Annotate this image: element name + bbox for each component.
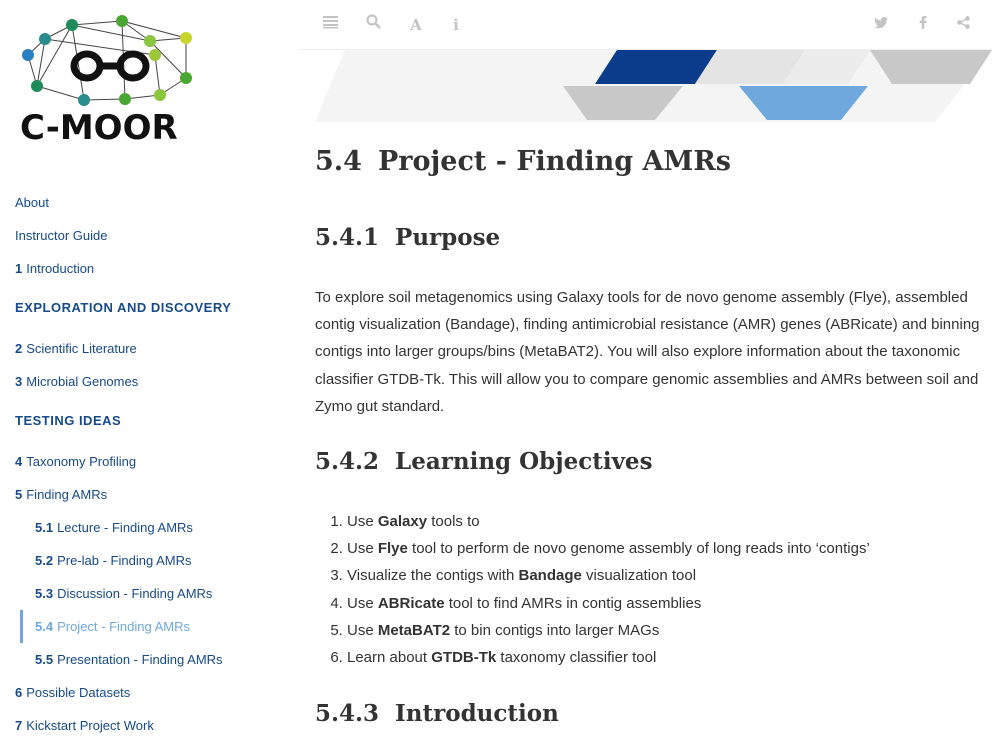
objective-text: Use bbox=[347, 594, 378, 612]
toolbar: A i bbox=[300, 0, 992, 50]
objective-tool-name: Flye bbox=[377, 540, 408, 558]
sidebar-item-number: 5.3 bbox=[35, 586, 54, 601]
sidebar-item-number: 5.5 bbox=[35, 652, 54, 667]
sidebar-item-discussion-finding-amrs[interactable]: 5.3 Discussion - Finding AMRs bbox=[0, 577, 300, 610]
objective-tool-name: ABRicate bbox=[377, 594, 445, 612]
objective-text: to bin contigs into larger MAGs bbox=[450, 621, 660, 639]
sidebar-item-label: Finding AMRs bbox=[26, 487, 108, 502]
purpose-paragraph: To explore soil metagenomics using Galax… bbox=[315, 289, 980, 415]
objective-text: Use bbox=[347, 621, 378, 639]
sidebar-item-label: Presentation - Finding AMRs bbox=[57, 652, 223, 667]
sidebar-item-number: 5.4 bbox=[35, 619, 54, 634]
objective-text: Use bbox=[347, 513, 378, 530]
sidebar-item-number: 3 bbox=[15, 374, 23, 389]
objective-item: Visualize the contigs with Bandage visua… bbox=[347, 562, 987, 589]
sidebar: C-MOOR About Instructor Guide 1 Introductio… bbox=[0, 0, 300, 744]
sidebar-item-label: Instructor Guide bbox=[15, 228, 108, 243]
sidebar-item-presentation-finding-amrs[interactable]: 5.5 Presentation - Finding AMRs bbox=[0, 643, 300, 676]
sidebar-item-instructor-guide[interactable]: Instructor Guide bbox=[0, 219, 300, 252]
objective-item: Use MetaBAT2 to bin contigs into larger … bbox=[347, 617, 987, 644]
objective-tool-name: Bandage bbox=[518, 567, 582, 585]
sidebar-item-pre-lab-finding-amrs[interactable]: 5.2 Pre-lab - Finding AMRs bbox=[0, 544, 300, 577]
objective-item: Use ABRicate tool to find AMRs in contig… bbox=[347, 590, 987, 617]
nav-section-header: TESTING IDEAS bbox=[0, 398, 300, 445]
sidebar-item-label: Project - Finding AMRs bbox=[57, 619, 191, 634]
objective-item: Use Flye tool to perform de novo genome … bbox=[347, 535, 987, 562]
sidebar-item-label: Pre-lab - Finding AMRs bbox=[57, 553, 192, 568]
objective-text: tool to find AMRs in contig assemblies bbox=[444, 594, 702, 612]
sidebar-item-about[interactable]: About bbox=[0, 186, 300, 219]
share-icon[interactable] bbox=[952, 14, 974, 36]
objective-text: tools to bbox=[427, 513, 480, 530]
font-settings-icon[interactable]: A bbox=[405, 14, 427, 36]
sidebar-item-possible-datasets[interactable]: 6 Possible Datasets bbox=[0, 676, 300, 709]
section-heading-purpose: 5.4.1 Purpose bbox=[315, 224, 501, 251]
sidebar-item-label: Scientific Literature bbox=[26, 341, 137, 356]
sidebar-item-label: Microbial Genomes bbox=[26, 374, 139, 389]
sidebar-item-label: Kickstart Project Work bbox=[26, 718, 154, 733]
sidebar-item-label: About bbox=[15, 195, 49, 210]
objective-text: Use bbox=[347, 540, 378, 558]
nav-section-header-label: TESTING IDEAS bbox=[15, 413, 122, 428]
sidebar-item-label: Possible Datasets bbox=[26, 685, 131, 700]
page-title: 5.4 Project - Finding AMRs bbox=[315, 146, 731, 177]
objective-item: Learn about GTDB-Tk taxonomy classifier … bbox=[347, 644, 987, 671]
nav-section-header-label: EXPLORATION AND DISCOVERY bbox=[15, 300, 232, 315]
table-of-contents: About Instructor Guide 1 Introduction EXPLOR… bbox=[0, 186, 300, 742]
toc-toggle-icon[interactable] bbox=[319, 14, 341, 36]
sidebar-item-taxonomy-profiling[interactable]: 4 Taxonomy Profiling bbox=[0, 445, 300, 478]
objective-tool-name: Galaxy bbox=[377, 513, 428, 530]
nav-section-header: EXPLORATION AND DISCOVERY bbox=[0, 285, 300, 332]
sidebar-item-kickstart-project-work[interactable]: 7 Kickstart Project Work bbox=[0, 709, 300, 742]
sidebar-item-label: Discussion - Finding AMRs bbox=[57, 586, 213, 601]
logo-text: C-MOOR bbox=[20, 108, 178, 148]
info-icon[interactable]: i bbox=[445, 14, 467, 36]
sidebar-item-scientific-literature[interactable]: 2 Scientific Literature bbox=[0, 332, 300, 365]
objective-item: Use Galaxy tools to bbox=[347, 508, 987, 535]
sidebar-item-number: 2 bbox=[15, 341, 23, 356]
sidebar-item-label: Introduction bbox=[26, 261, 95, 276]
twitter-icon[interactable] bbox=[870, 14, 892, 36]
sidebar-item-lecture-finding-amrs[interactable]: 5.1 Lecture - Finding AMRs bbox=[0, 511, 300, 544]
sidebar-item-number: 4 bbox=[15, 454, 23, 469]
objective-text: visualization tool bbox=[581, 567, 697, 585]
sidebar-item-finding-amrs[interactable]: 5 Finding AMRs bbox=[0, 478, 300, 511]
objective-tool-name: MetaBAT2 bbox=[377, 621, 451, 639]
objective-text: taxonomy classifier tool bbox=[496, 649, 657, 667]
sidebar-item-number: 5.2 bbox=[35, 553, 54, 568]
sidebar-item-microbial-genomes[interactable]: 3 Microbial Genomes bbox=[0, 365, 300, 398]
objective-text: tool to perform de novo genome assembly … bbox=[407, 540, 870, 558]
sidebar-item-label: Lecture - Finding AMRs bbox=[57, 520, 193, 535]
sidebar-item-project-finding-amrs[interactable]: 5.4 Project - Finding AMRs bbox=[0, 610, 300, 643]
sidebar-item-number: 1 bbox=[15, 261, 23, 276]
sidebar-item-number: 5 bbox=[15, 487, 23, 502]
header-banner bbox=[315, 50, 992, 122]
objective-tool-name: GTDB-Tk bbox=[431, 649, 497, 667]
sidebar-item-number: 6 bbox=[15, 685, 23, 700]
facebook-icon[interactable] bbox=[912, 14, 934, 36]
objective-text: Learn about bbox=[347, 649, 432, 667]
section-heading-learning-objectives: 5.4.2 Learning Objectives bbox=[315, 448, 653, 475]
sidebar-item-number: 7 bbox=[15, 718, 23, 733]
sidebar-item-number: 5.1 bbox=[35, 520, 54, 535]
sidebar-item-introduction[interactable]: 1 Introduction bbox=[0, 252, 300, 285]
objective-text: Visualize the contigs with bbox=[347, 567, 519, 585]
search-icon[interactable] bbox=[362, 14, 384, 36]
objectives-list: Use Galaxy tools toUse Flye tool to perf… bbox=[347, 508, 987, 671]
section-heading-introduction: 5.4.3 Introduction bbox=[315, 700, 559, 727]
sidebar-item-label: Taxonomy Profiling bbox=[26, 454, 137, 469]
